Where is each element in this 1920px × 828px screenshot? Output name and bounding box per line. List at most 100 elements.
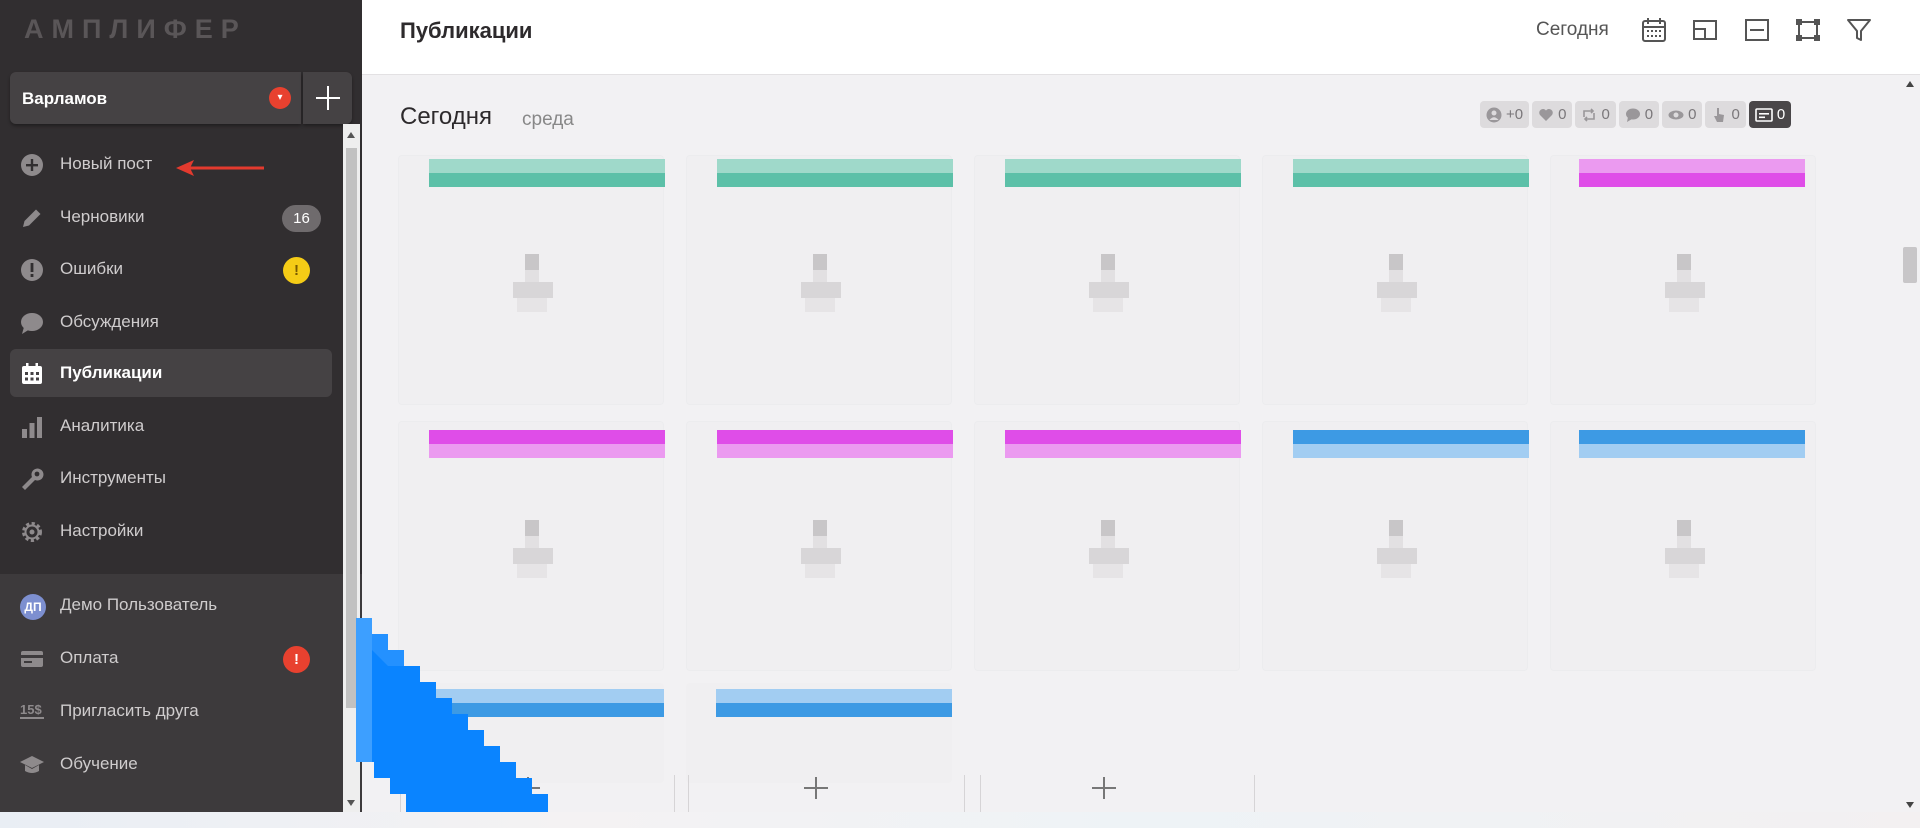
stat-value: 0 [1731,106,1740,123]
sidebar-item-payment[interactable]: Оплата ! [10,634,332,682]
sidebar-item-settings[interactable]: Настройки [10,507,332,555]
likes-stat[interactable]: 0 [1532,101,1573,128]
layout-compact-icon[interactable] [1691,16,1719,44]
blurred-thumbnail [1089,520,1129,580]
posts-icon [1755,107,1773,122]
post-preview-stripe [1293,159,1529,187]
clicks-stat[interactable]: 0 [1705,101,1746,128]
post-preview-stripe [1005,159,1241,187]
graduation-cap-icon [20,756,44,773]
post-card[interactable] [1550,421,1816,671]
sidebar-item-learning[interactable]: Обучение [10,740,332,788]
post-preview-stripe [429,430,665,458]
sidebar-item-discussions[interactable]: Обсуждения [10,298,332,346]
gear-icon [22,522,42,542]
bar-chart-icon [22,417,42,438]
post-preview-stripe [1005,430,1241,458]
content-scrollbar-thumb[interactable] [1903,247,1917,283]
fullscreen-icon[interactable] [1794,16,1822,44]
post-card[interactable] [398,155,665,405]
filter-icon[interactable] [1845,16,1873,44]
post-card[interactable] [1550,155,1816,405]
post-card[interactable] [686,155,953,405]
errors-alert-badge: ! [283,257,310,284]
sidebar-item-tools[interactable]: Инструменты [10,454,332,502]
sidebar-item-profile[interactable]: ДП Демо Пользователь [10,581,332,629]
post-card[interactable] [974,155,1241,405]
blurred-thumbnail [1377,520,1417,580]
post-preview-stripe [1293,430,1529,458]
alert-circle-icon [21,259,43,281]
sidebar-item-label: Обсуждения [60,312,159,331]
add-post-slot[interactable] [974,769,1234,809]
followers-icon [1486,107,1502,122]
column-divider [674,775,675,812]
scroll-down-arrow-icon[interactable] [1906,802,1914,808]
credit-card-icon [21,651,43,667]
column-divider [1254,775,1255,812]
sidebar-item-new-post[interactable]: Новый пост [10,140,332,188]
avatar: ДП [20,594,46,620]
blurred-thumbnail [513,520,553,580]
plus-circle-icon [21,154,43,176]
sidebar-item-analytics[interactable]: Аналитика [10,402,332,450]
stat-value: 0 [1644,106,1654,123]
blurred-thumbnail [1377,254,1417,314]
project-selector[interactable]: Варламов ▾ [10,72,301,124]
sidebar-item-errors[interactable]: Ошибки ! [10,245,332,293]
sidebar-item-drafts[interactable]: Черновики 16 [10,193,332,241]
post-card[interactable] [686,683,952,783]
sidebar-item-label: Новый пост [60,154,153,173]
publications-calendar: Сегодня среда +0 0 0 0 0 0 0 [362,75,1900,812]
sidebar-account-section: ДП Демо Пользователь Оплата ! 15$ Пригла… [0,574,362,812]
post-card[interactable] [974,421,1241,671]
eye-icon [1668,110,1684,119]
sidebar-item-label: Аналитика [60,416,145,435]
comments-stat[interactable]: 0 [1618,101,1660,128]
page-title: Публикации [400,18,533,43]
15-dollar-icon: 15$ [20,703,44,719]
sidebar-item-label: Настройки [60,521,144,540]
blurred-thumbnail [513,254,553,314]
brand-logo[interactable]: АМПЛИФЕР [24,14,247,45]
heart-icon [1539,108,1553,121]
calendar-view-icon[interactable] [1640,16,1668,44]
post-card[interactable] [1262,155,1529,405]
content-scrollbar[interactable] [1900,75,1920,812]
sidebar-item-label: Ошибки [60,259,124,278]
chevron-down-icon[interactable]: ▾ [269,87,291,109]
followers-stat[interactable]: +0 [1480,101,1530,128]
mouse-cursor-icon [356,618,548,812]
collapse-icon[interactable] [1743,16,1771,44]
reposts-stat[interactable]: 0 [1575,101,1616,128]
column-divider [964,775,965,812]
blurred-thumbnail [1089,254,1129,314]
comment-icon [1625,108,1640,122]
stat-value: 0 [1776,106,1786,123]
post-preview-stripe [717,159,953,187]
views-stat[interactable]: 0 [1662,101,1703,128]
day-title: Сегодня [400,103,492,130]
project-name: Варламов [22,89,108,108]
sidebar-item-invite[interactable]: 15$ Пригласить друга [10,687,332,735]
sidebar-item-label: Публикации [60,363,163,382]
sidebar: АМПЛИФЕР Варламов ▾ Новый пост Черновики… [0,0,362,812]
repost-icon [1583,107,1596,122]
sidebar-item-publications[interactable]: Публикации [10,349,332,397]
add-post-slot[interactable] [686,769,946,809]
today-button[interactable]: Сегодня [1536,19,1609,41]
post-card[interactable] [1262,421,1529,671]
post-card[interactable] [686,421,953,671]
post-preview-stripe [1579,159,1805,187]
click-icon [1714,107,1725,122]
posts-stat[interactable]: 0 [1748,101,1792,128]
add-project-button[interactable] [303,72,352,124]
day-weekday: среда [522,109,574,130]
sidebar-item-label: Обучение [60,754,138,773]
calendar-icon [22,363,42,384]
day-stats-bar: +0 0 0 0 0 0 0 [1480,101,1792,128]
horizontal-scrollbar[interactable] [0,812,1920,828]
scroll-up-arrow-icon[interactable] [347,132,355,138]
scroll-up-arrow-icon[interactable] [1906,81,1914,87]
post-preview-stripe [1579,430,1805,458]
